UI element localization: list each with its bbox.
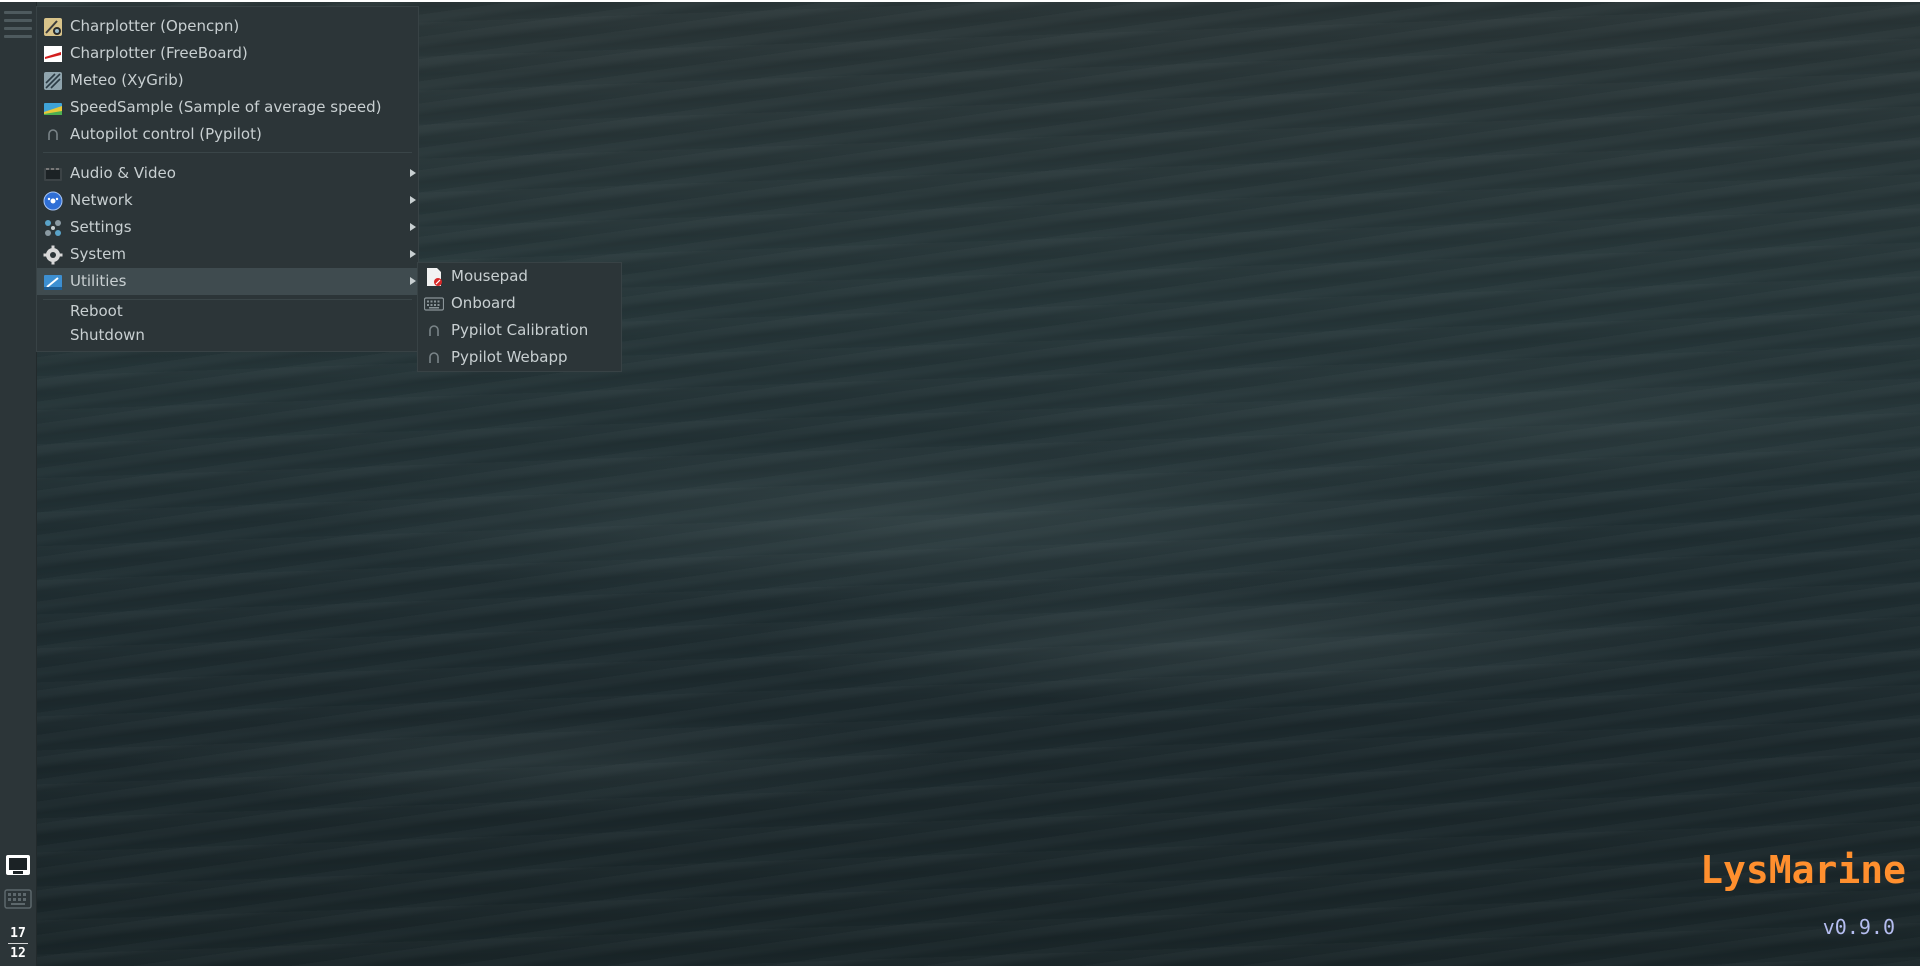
xygrib-icon [43,71,63,91]
pypilot-icon [43,125,63,145]
menu-item-label: Autopilot control (Pypilot) [70,125,262,143]
left-panel: 17 12 [0,2,37,966]
menu-item-label: Shutdown [70,326,145,344]
menu-item-label: Charplotter (FreeBoard) [70,44,248,62]
on-screen-keyboard-icon[interactable] [4,888,32,910]
menu-item-opencpn[interactable]: Charplotter (Opencpn) [37,13,418,40]
menu-item-label: System [70,245,126,263]
menu-item-label: Pypilot Calibration [451,321,589,339]
menu-item-label: Reboot [70,302,123,320]
menu-item-reboot[interactable]: Reboot [37,299,418,323]
system-gear-icon [43,245,63,265]
menu-item-speedsample[interactable]: SpeedSample (Sample of average speed) [37,94,418,121]
settings-icon [43,218,63,238]
menu-divider [43,152,412,153]
menu-item-shutdown[interactable]: Shutdown [37,323,418,347]
screen: LysMarine v0.9.0 17 12 Charplotter (Open… [0,0,1920,968]
mousepad-icon [424,267,444,287]
menu-item-pypilot[interactable]: Autopilot control (Pypilot) [37,121,418,148]
speedsample-icon [43,98,63,118]
menu-item-label: Pypilot Webapp [451,348,568,366]
submenu-arrow-icon [410,277,416,285]
menu-item-label: SpeedSample (Sample of average speed) [70,98,382,116]
brand-version: v0.9.0 [1822,915,1895,939]
network-monitor-icon[interactable] [4,854,32,878]
menu-item-label: Settings [70,218,132,236]
menu-item-system[interactable]: System [37,241,418,268]
brand-title: LysMarine [1700,848,1906,892]
application-menu: Charplotter (Opencpn) Charplotter (FreeB… [37,7,418,351]
menu-item-label: Charplotter (Opencpn) [70,17,240,35]
menu-item-utilities[interactable]: Utilities [37,268,418,295]
menu-item-freeboard[interactable]: Charplotter (FreeBoard) [37,40,418,67]
submenu-arrow-icon [410,169,416,177]
submenu-item-mousepad[interactable]: Mousepad [418,263,621,290]
utilities-submenu: Mousepad Onboard Pypilot Calibration Pyp… [418,263,621,371]
menu-item-label: Utilities [70,272,127,290]
submenu-item-onboard[interactable]: Onboard [418,290,621,317]
submenu-item-pypilot-calibration[interactable]: Pypilot Calibration [418,317,621,344]
submenu-item-pypilot-webapp[interactable]: Pypilot Webapp [418,344,621,371]
clock-minutes: 12 [10,946,26,961]
network-globe-icon [43,191,63,211]
menu-item-label: Audio & Video [70,164,176,182]
opencpn-icon [43,17,63,37]
multimedia-icon [43,164,63,184]
menu-item-audio-video[interactable]: Audio & Video [37,160,418,187]
submenu-arrow-icon [410,250,416,258]
panel-clock[interactable]: 17 12 [0,924,36,963]
submenu-arrow-icon [410,196,416,204]
menu-item-network[interactable]: Network [37,187,418,214]
clock-hours: 17 [10,926,26,941]
menu-item-label: Meteo (XyGrib) [70,71,184,89]
keyboard-icon [423,294,445,314]
freeboard-icon [43,44,63,64]
submenu-arrow-icon [410,223,416,231]
menu-item-label: Onboard [451,294,516,312]
menu-item-label: Mousepad [451,267,528,285]
menu-item-label: Network [70,191,133,209]
pypilot-icon [424,348,444,368]
pypilot-icon [424,321,444,341]
utilities-icon [43,272,63,292]
menu-item-settings[interactable]: Settings [37,214,418,241]
clock-separator [8,943,28,944]
hamburger-menu-icon[interactable] [4,6,32,38]
menu-item-xygrib[interactable]: Meteo (XyGrib) [37,67,418,94]
